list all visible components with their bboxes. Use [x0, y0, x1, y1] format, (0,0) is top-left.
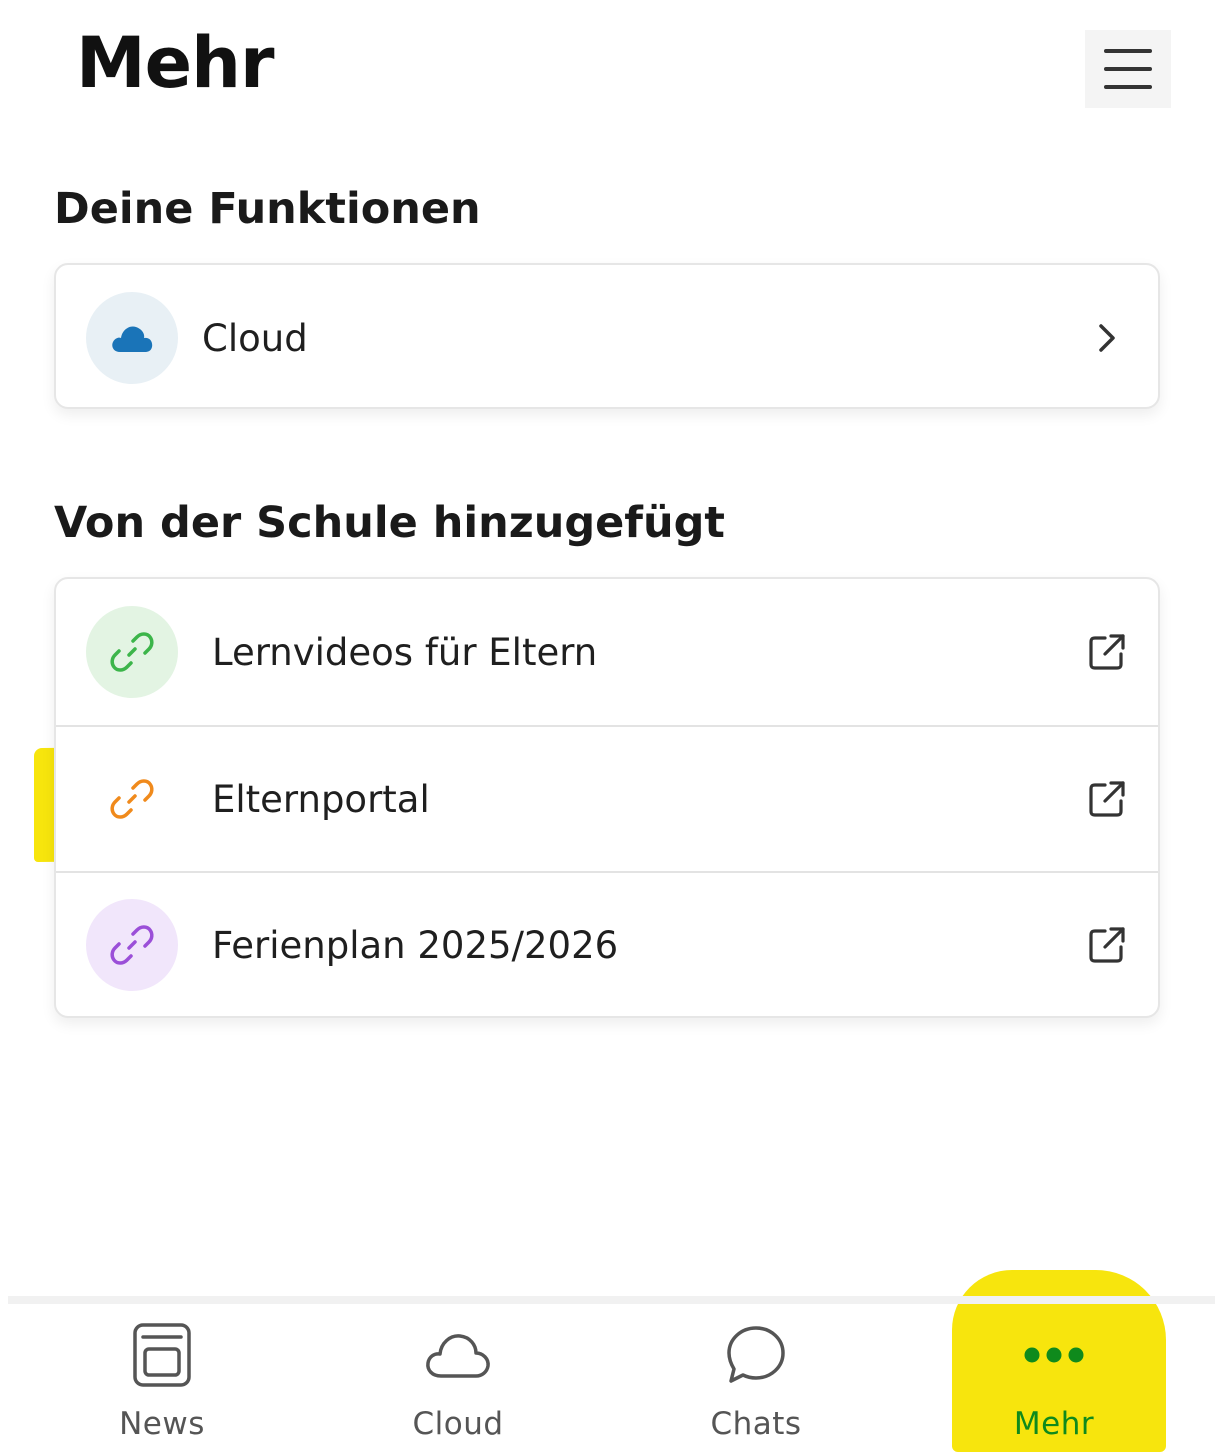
- menu-button[interactable]: [1085, 30, 1171, 108]
- school-link-label: Ferienplan 2025/2026: [212, 923, 619, 967]
- link-icon-badge: [86, 753, 178, 845]
- school-link-elternportal[interactable]: Elternportal: [56, 725, 1158, 871]
- nav-tab-label: Cloud: [412, 1406, 504, 1442]
- page-title: Mehr: [76, 22, 274, 104]
- functions-card: Cloud: [54, 263, 1160, 409]
- link-icon: [110, 632, 154, 672]
- nav-tab-label: News: [119, 1406, 205, 1442]
- school-links-card: Lernvideos für Eltern Elternportal Ferie…: [54, 577, 1160, 1018]
- nav-tab-label: Mehr: [1013, 1406, 1095, 1442]
- cloud-icon-badge: [86, 292, 178, 384]
- school-link-label: Elternportal: [212, 777, 430, 821]
- external-link-icon: [1084, 776, 1130, 822]
- school-link-ferienplan[interactable]: Ferienplan 2025/2026: [56, 871, 1158, 1016]
- section-heading-functions: Deine Funktionen: [54, 184, 481, 234]
- external-link-icon: [1084, 922, 1130, 968]
- nav-tab-cloud[interactable]: Cloud: [358, 1306, 558, 1452]
- function-item-cloud[interactable]: Cloud: [56, 265, 1158, 407]
- external-link-icon: [1084, 629, 1130, 675]
- link-icon: [110, 925, 154, 965]
- cloud-outline-icon: [423, 1320, 493, 1390]
- section-heading-school: Von der Schule hinzugefügt: [54, 498, 725, 548]
- chevron-right-icon: [1084, 315, 1130, 361]
- nav-tab-mehr[interactable]: Mehr: [954, 1306, 1154, 1452]
- more-dots-icon: [1019, 1320, 1089, 1390]
- school-link-label: Lernvideos für Eltern: [212, 630, 598, 674]
- link-icon: [110, 779, 154, 819]
- link-icon-badge: [86, 899, 178, 991]
- news-icon: [127, 1320, 197, 1390]
- link-icon-badge: [86, 606, 178, 698]
- nav-tab-chats[interactable]: Chats: [656, 1306, 856, 1452]
- nav-tab-label: Chats: [710, 1406, 802, 1442]
- function-item-label: Cloud: [202, 316, 308, 360]
- nav-tab-news[interactable]: News: [62, 1306, 262, 1452]
- hamburger-menu-icon: [1104, 49, 1152, 89]
- chat-bubble-icon: [721, 1320, 791, 1390]
- cloud-icon: [112, 326, 153, 352]
- school-link-lernvideos[interactable]: Lernvideos für Eltern: [56, 579, 1158, 725]
- bottom-navigation: News Cloud Chats Mehr: [0, 1306, 1215, 1452]
- bottom-nav-divider: [8, 1296, 1215, 1304]
